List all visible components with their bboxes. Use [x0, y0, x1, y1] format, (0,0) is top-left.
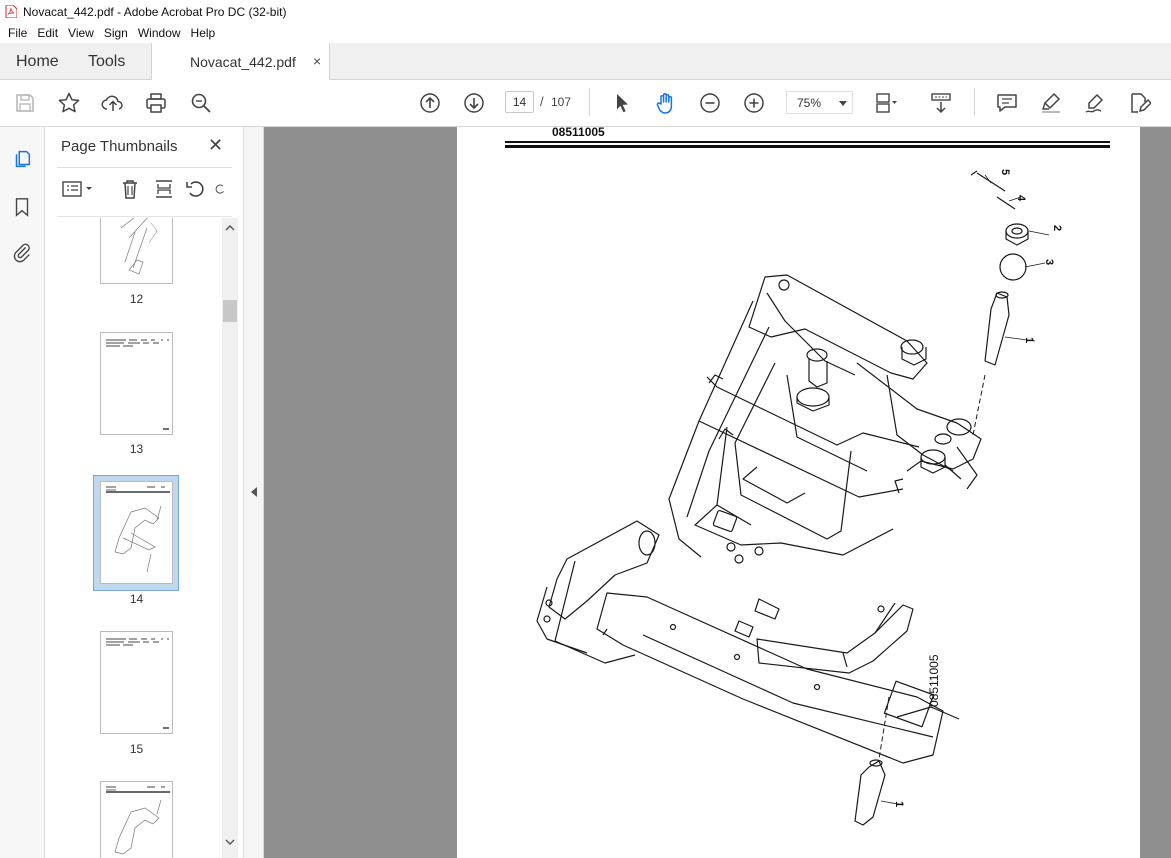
- print-icon[interactable]: [143, 90, 169, 116]
- callout-1: 1: [1023, 337, 1035, 344]
- scroll-down-icon[interactable]: [225, 838, 235, 849]
- edit-icon[interactable]: [1126, 90, 1152, 116]
- window-title: Novacat_442.pdf - Adobe Acrobat Pro DC (…: [23, 4, 287, 19]
- toolbar-separator: [974, 88, 975, 116]
- menu-window[interactable]: Window: [133, 26, 186, 40]
- callout-4: 4: [1015, 195, 1027, 202]
- page-down-icon[interactable]: [461, 90, 487, 116]
- view-mode-icon[interactable]: [872, 90, 898, 116]
- menu-bar: File Edit View Sign Window Help: [0, 23, 1171, 43]
- page-separator: /: [540, 94, 544, 109]
- menu-file[interactable]: File: [0, 26, 32, 40]
- menu-view[interactable]: View: [63, 26, 99, 40]
- page-thumbnails-icon[interactable]: [10, 147, 34, 171]
- tab-bar: Home Tools Novacat_442.pdf ×: [0, 43, 1171, 81]
- callout-3: 3: [1043, 259, 1055, 266]
- menu-help[interactable]: Help: [186, 26, 221, 40]
- hand-icon[interactable]: [653, 90, 679, 116]
- main-toolbar: [0, 80, 1171, 127]
- close-panel-icon[interactable]: ✕: [208, 135, 223, 156]
- thumbnail-page-13[interactable]: [100, 332, 173, 435]
- divider: [57, 216, 232, 217]
- callout-2: 2: [1051, 225, 1063, 232]
- thumbnail-scrollbar[interactable]: [222, 218, 238, 858]
- extract-page-icon[interactable]: [152, 177, 176, 201]
- collapse-panel-handle[interactable]: [244, 127, 264, 858]
- save-icon[interactable]: [12, 90, 38, 116]
- panel-title: Page Thumbnails: [61, 138, 178, 155]
- zoom-select[interactable]: 75%: [786, 91, 853, 114]
- rotate-counterclockwise-icon[interactable]: [184, 177, 208, 201]
- chevron-down-icon: [839, 101, 847, 106]
- thumbnail-label: 13: [129, 442, 144, 456]
- thumbnail-list: 12 13 14 15: [45, 218, 222, 858]
- thumbnail-toolbar: [57, 175, 237, 205]
- title-bar: Novacat_442.pdf - Adobe Acrobat Pro DC (…: [0, 0, 1171, 23]
- document-tab-label: Novacat_442.pdf: [190, 54, 296, 70]
- pdf-app-icon: [5, 5, 17, 18]
- zoom-in-icon[interactable]: [741, 90, 767, 116]
- divider: [57, 167, 232, 168]
- zoom-value: 75%: [797, 96, 822, 110]
- left-navigation-rail: [0, 127, 45, 858]
- upload-icon[interactable]: [100, 90, 126, 116]
- thumbnail-page-16[interactable]: [100, 781, 173, 858]
- bookmark-icon[interactable]: [10, 195, 34, 219]
- zoom-out-icon[interactable]: [697, 90, 723, 116]
- scrollbar-thumb[interactable]: [223, 300, 237, 322]
- document-view[interactable]: 08511005 5 4 2 3 1 1 08511005: [264, 127, 1171, 858]
- exploded-parts-drawing: [536, 170, 1050, 826]
- options-menu-icon[interactable]: [61, 177, 95, 201]
- tab-tools[interactable]: Tools: [88, 43, 125, 80]
- total-pages: 107: [551, 95, 572, 109]
- attachment-icon[interactable]: [10, 240, 34, 264]
- scroll-up-icon[interactable]: [225, 224, 235, 235]
- sign-icon[interactable]: [1082, 90, 1108, 116]
- thumbnail-page-12[interactable]: [100, 218, 173, 284]
- search-icon[interactable]: [188, 90, 214, 116]
- thumbnail-label: 12: [129, 292, 144, 306]
- drawing-code: 08511005: [927, 654, 941, 708]
- thumbnail-label: 14: [129, 592, 144, 606]
- page-number-input[interactable]: 14: [505, 91, 534, 113]
- page-up-icon[interactable]: [417, 90, 443, 116]
- select-cursor-icon[interactable]: [609, 90, 635, 116]
- star-icon[interactable]: [56, 90, 82, 116]
- rotate-clockwise-icon[interactable]: [213, 177, 227, 201]
- comment-icon[interactable]: [994, 90, 1020, 116]
- thumbnail-page-14[interactable]: [100, 481, 173, 584]
- scroll-mode-icon[interactable]: [928, 90, 954, 116]
- callout-1: 1: [893, 801, 905, 808]
- pdf-page: 08511005 5 4 2 3 1 1 08511005: [457, 127, 1140, 858]
- toolbar-separator: [589, 88, 590, 116]
- menu-edit[interactable]: Edit: [32, 26, 63, 40]
- tab-home[interactable]: Home: [16, 43, 59, 80]
- menu-sign[interactable]: Sign: [99, 26, 133, 40]
- tab-document[interactable]: Novacat_442.pdf ×: [151, 43, 330, 81]
- callout-5: 5: [999, 169, 1011, 176]
- highlight-icon[interactable]: [1038, 90, 1064, 116]
- thumbnails-panel: Page Thumbnails ✕ 12 13 14 15: [45, 127, 244, 858]
- collapse-arrow-icon: [251, 487, 257, 497]
- thumbnail-label: 15: [129, 742, 144, 756]
- close-tab-icon[interactable]: ×: [313, 53, 321, 69]
- delete-page-icon[interactable]: [118, 177, 142, 201]
- thumbnail-page-15[interactable]: [100, 631, 173, 734]
